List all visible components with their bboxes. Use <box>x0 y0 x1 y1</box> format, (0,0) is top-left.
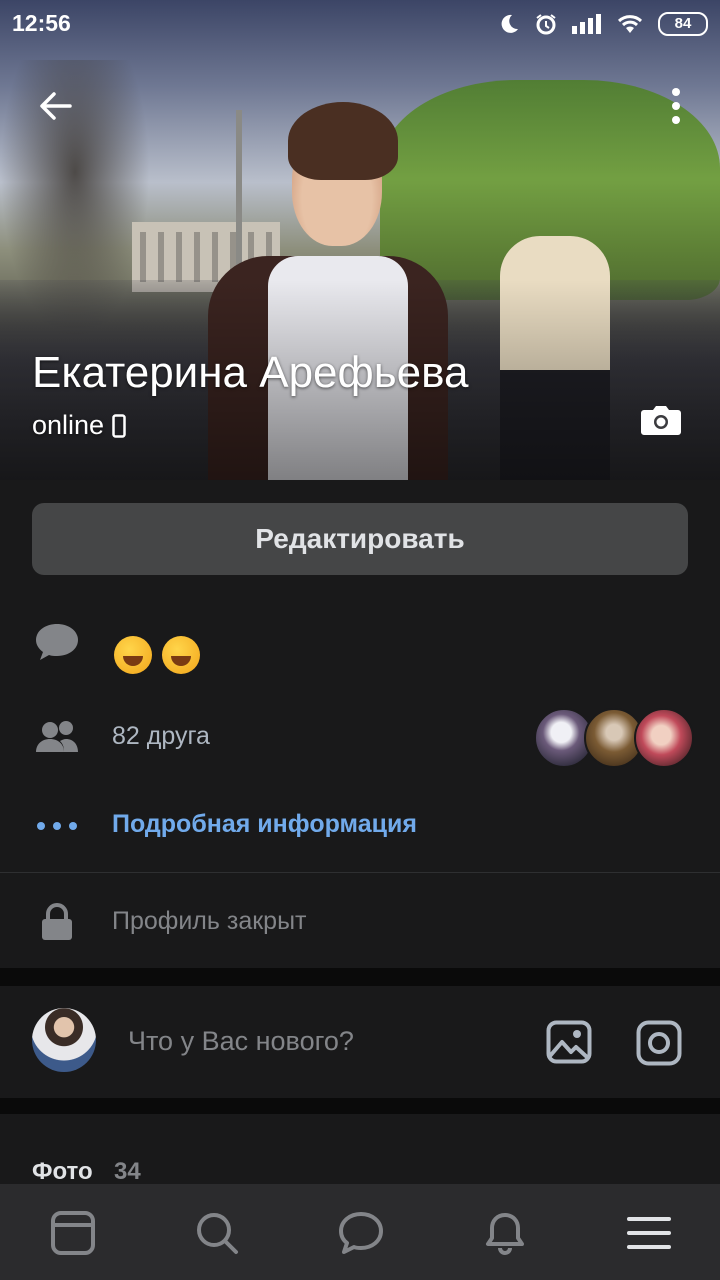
edit-profile-button[interactable]: Редактировать <box>32 503 688 575</box>
menu-tab-icon[interactable] <box>626 1210 672 1256</box>
composer-input[interactable]: Что у Вас нового? <box>128 1026 354 1057</box>
back-arrow-icon[interactable] <box>36 86 76 126</box>
section-separator <box>0 968 720 986</box>
grinning-emoji <box>114 636 152 674</box>
camera-icon[interactable] <box>640 404 682 436</box>
photos-title[interactable]: Фото <box>32 1158 93 1186</box>
divider <box>0 872 720 873</box>
mobile-device-icon <box>112 413 126 438</box>
profile-name: Екатерина Арефьева <box>32 348 469 397</box>
news-tab-icon[interactable] <box>50 1210 96 1256</box>
more-vertical-icon[interactable] <box>662 86 690 126</box>
friends-count[interactable]: 82 друга <box>112 722 210 751</box>
profile-private-notice: Профиль закрыт <box>112 907 307 935</box>
online-status: online <box>32 410 126 441</box>
status-message-icon <box>36 624 78 660</box>
more-info-icon <box>37 822 77 830</box>
more-info-link[interactable]: Подробная информация <box>112 810 417 839</box>
photo-attach-icon[interactable] <box>546 1020 592 1064</box>
search-tab-icon[interactable] <box>194 1210 240 1256</box>
friend-avatar[interactable] <box>634 708 694 768</box>
friend-avatars[interactable] <box>534 708 694 768</box>
wifi-icon <box>617 15 643 33</box>
status-time: 12:56 <box>12 10 71 36</box>
friends-icon <box>36 721 78 752</box>
photos-count: 34 <box>114 1158 141 1185</box>
moon-icon <box>501 14 518 33</box>
status-message <box>114 636 200 674</box>
profile-cover-photo[interactable] <box>0 0 720 480</box>
lock-icon <box>42 903 72 940</box>
my-avatar[interactable] <box>32 1008 96 1072</box>
status-icons: 84 <box>498 12 708 36</box>
notifications-tab-icon[interactable] <box>482 1210 528 1256</box>
post-composer[interactable]: Что у Вас нового? <box>0 986 720 1098</box>
smiling-emoji <box>162 636 200 674</box>
alarm-icon <box>536 14 556 35</box>
instagram-icon[interactable] <box>636 1020 682 1066</box>
section-separator <box>0 1098 720 1114</box>
battery-icon: 84 <box>658 12 708 36</box>
bottom-tab-bar <box>0 1184 720 1280</box>
status-bar: 12:56 84 <box>0 0 720 52</box>
messages-tab-icon[interactable] <box>338 1210 384 1256</box>
online-status-text: online <box>32 410 105 440</box>
signal-icon <box>572 14 601 34</box>
